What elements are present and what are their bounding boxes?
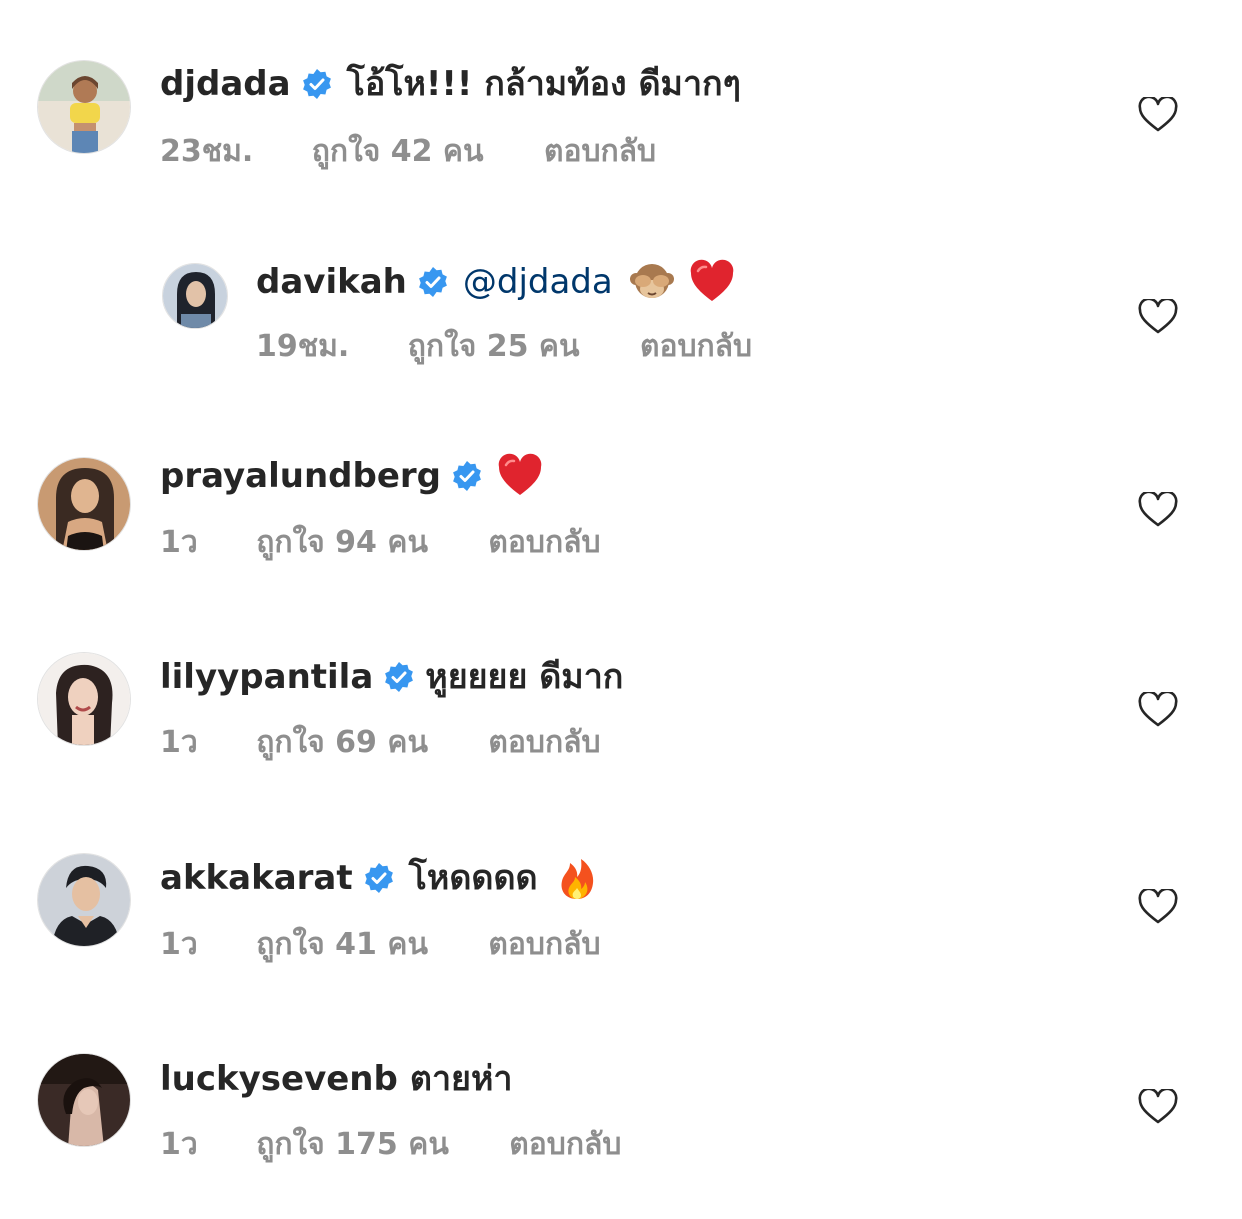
comment-item: lilyypantila หูยยยย ดีมาก 1ว ถูกใจ 69 คน… xyxy=(0,645,1242,785)
verified-badge-icon xyxy=(363,862,395,894)
likes-count-link[interactable]: ถูกใจ 42 คน xyxy=(312,132,484,172)
likes-count-link[interactable]: ถูกใจ 25 คน xyxy=(408,327,580,367)
likes-count-link[interactable]: ถูกใจ 175 คน xyxy=(256,1125,449,1165)
comment-text: หูยยยย ดีมาก xyxy=(425,657,624,697)
comment-time: 19ชม. xyxy=(256,329,350,364)
reply-button[interactable]: ตอบกลับ xyxy=(488,523,600,563)
like-heart-icon[interactable] xyxy=(1138,97,1178,133)
comment-time: 1ว xyxy=(160,1127,198,1162)
avatar[interactable] xyxy=(162,263,228,329)
verified-badge-icon xyxy=(417,266,449,298)
avatar[interactable] xyxy=(37,457,131,551)
fire-emoji xyxy=(554,855,600,901)
red-heart-emoji xyxy=(497,453,543,499)
red-heart-emoji xyxy=(689,259,735,305)
username[interactable]: djdada xyxy=(160,62,291,106)
comment-time: 1ว xyxy=(160,725,198,760)
comment-item: prayalundberg 1ว ถูกใจ 94 คน ตอบกลับ xyxy=(0,445,1242,585)
comment-time: 1ว xyxy=(160,525,198,560)
avatar[interactable] xyxy=(37,853,131,947)
comment-time: 23ชม. xyxy=(160,134,254,169)
comment-text: โหดดดด xyxy=(408,858,538,898)
like-heart-icon[interactable] xyxy=(1138,889,1178,925)
like-heart-icon[interactable] xyxy=(1138,299,1178,335)
reply-button[interactable]: ตอบกลับ xyxy=(488,723,600,763)
like-heart-icon[interactable] xyxy=(1138,692,1178,728)
username[interactable]: lilyypantila xyxy=(160,655,373,699)
comment-text: ตายห่า xyxy=(409,1059,513,1099)
avatar[interactable] xyxy=(37,652,131,746)
verified-badge-icon xyxy=(451,460,483,492)
likes-count-link[interactable]: ถูกใจ 41 คน xyxy=(256,925,428,965)
username[interactable]: davikah xyxy=(256,260,407,304)
reply-button[interactable]: ตอบกลับ xyxy=(544,132,656,172)
reply-comment-item: davikah @djdada 19ชม. ถูกใจ 25 คน ตอบกลั… xyxy=(0,247,1242,387)
avatar[interactable] xyxy=(37,60,131,154)
reply-button[interactable]: ตอบกลับ xyxy=(488,925,600,965)
verified-badge-icon xyxy=(301,68,333,100)
username[interactable]: akkakarat xyxy=(160,856,353,900)
comment-item: djdada โอ้โห!!! กล้ามท้อง ดีมากๆ 23ชม. ถ… xyxy=(0,50,1242,190)
reply-button[interactable]: ตอบกลับ xyxy=(640,327,752,367)
verified-badge-icon xyxy=(383,661,415,693)
reply-button[interactable]: ตอบกลับ xyxy=(509,1125,621,1165)
mention-link[interactable]: @djdada xyxy=(463,260,613,304)
like-heart-icon[interactable] xyxy=(1138,1089,1178,1125)
likes-count-link[interactable]: ถูกใจ 94 คน xyxy=(256,523,428,563)
avatar[interactable] xyxy=(37,1053,131,1147)
comment-text: โอ้โห!!! กล้ามท้อง ดีมากๆ xyxy=(346,64,741,104)
comment-item: luckysevenb ตายห่า 1ว ถูกใจ 175 คน ตอบกล… xyxy=(0,1045,1242,1185)
username[interactable]: prayalundberg xyxy=(160,454,441,498)
comment-time: 1ว xyxy=(160,927,198,962)
username[interactable]: luckysevenb xyxy=(160,1057,398,1101)
like-heart-icon[interactable] xyxy=(1138,492,1178,528)
likes-count-link[interactable]: ถูกใจ 69 คน xyxy=(256,723,428,763)
see-no-evil-monkey-emoji xyxy=(629,259,675,305)
comment-item: akkakarat โหดดดด 1ว ถูกใจ 41 คน ตอบกลับ xyxy=(0,845,1242,985)
